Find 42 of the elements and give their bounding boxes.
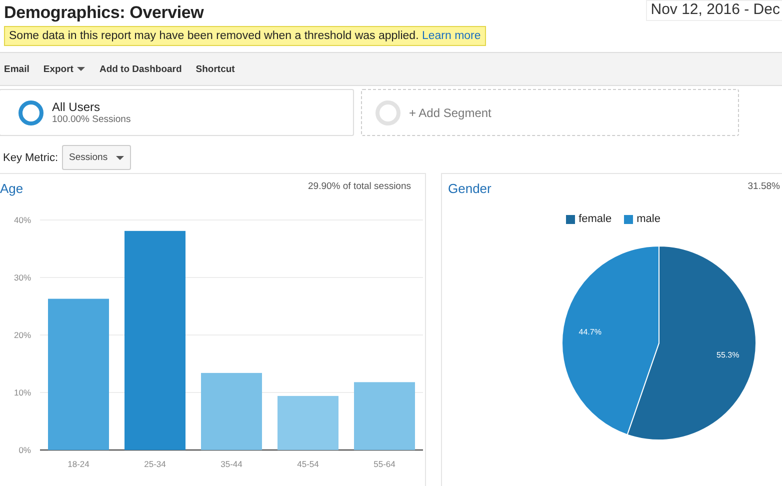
toolbar-button[interactable]: Add to Dashboard [99,64,182,74]
date-range-picker[interactable]: Nov 12, 2016 - Dec [646,0,782,21]
caret-icon [116,156,124,160]
add-segment-button[interactable]: + Add Segment [361,89,739,136]
category-label: 55-64 [374,459,396,469]
panel-title: Gender [448,181,492,198]
axis-tick-label: 30% [14,272,31,282]
pie-slice[interactable] [562,246,660,436]
axis-tick-label: 20% [14,330,31,340]
bar[interactable] [124,230,186,450]
toolbar-button[interactable]: Email [4,64,30,74]
share-text: 29.90% of total sessions [308,181,411,194]
slice-value-label: 44.7% [578,327,602,336]
bar[interactable] [354,382,415,450]
segment-name: All Users [52,100,102,114]
key-metric-label: Key Metric: [3,152,58,164]
toolbar-button[interactable]: Export [43,64,86,74]
category-label: 35-44 [220,459,242,469]
threshold-notice: Some data in this report may have been removed when a threshold was applied. Learn more [4,26,486,46]
pie-slice[interactable] [626,246,756,440]
page-title: Demographics: Overview [4,3,205,23]
axis-tick-label: 40% [14,215,31,225]
category-label: 25-34 [144,459,166,469]
ring-icon [375,100,401,126]
ring-icon [18,100,44,126]
toolbar-button[interactable]: Shortcut [196,64,235,74]
legend-label: male [636,213,660,225]
segment-detail: 100.00% Sessions [52,114,131,125]
category-label: 18-24 [68,459,90,469]
segment-card[interactable]: All Users 100.00% Sessions [0,89,354,136]
legend-label: female [578,213,612,225]
panel-title: Age [0,181,24,198]
bar[interactable] [278,396,338,450]
share-text: 31.58% [748,181,780,194]
slice-value-label: 55.3% [716,350,740,360]
bar[interactable] [201,372,262,450]
learn-more-link[interactable]: Learn more [422,30,481,42]
axis-tick-label: 10% [14,388,31,398]
key-metric-dropdown[interactable]: Sessions [62,145,131,170]
category-label: 45-54 [297,459,319,469]
axis-tick-label: 0% [18,445,31,455]
bar[interactable] [48,298,109,450]
